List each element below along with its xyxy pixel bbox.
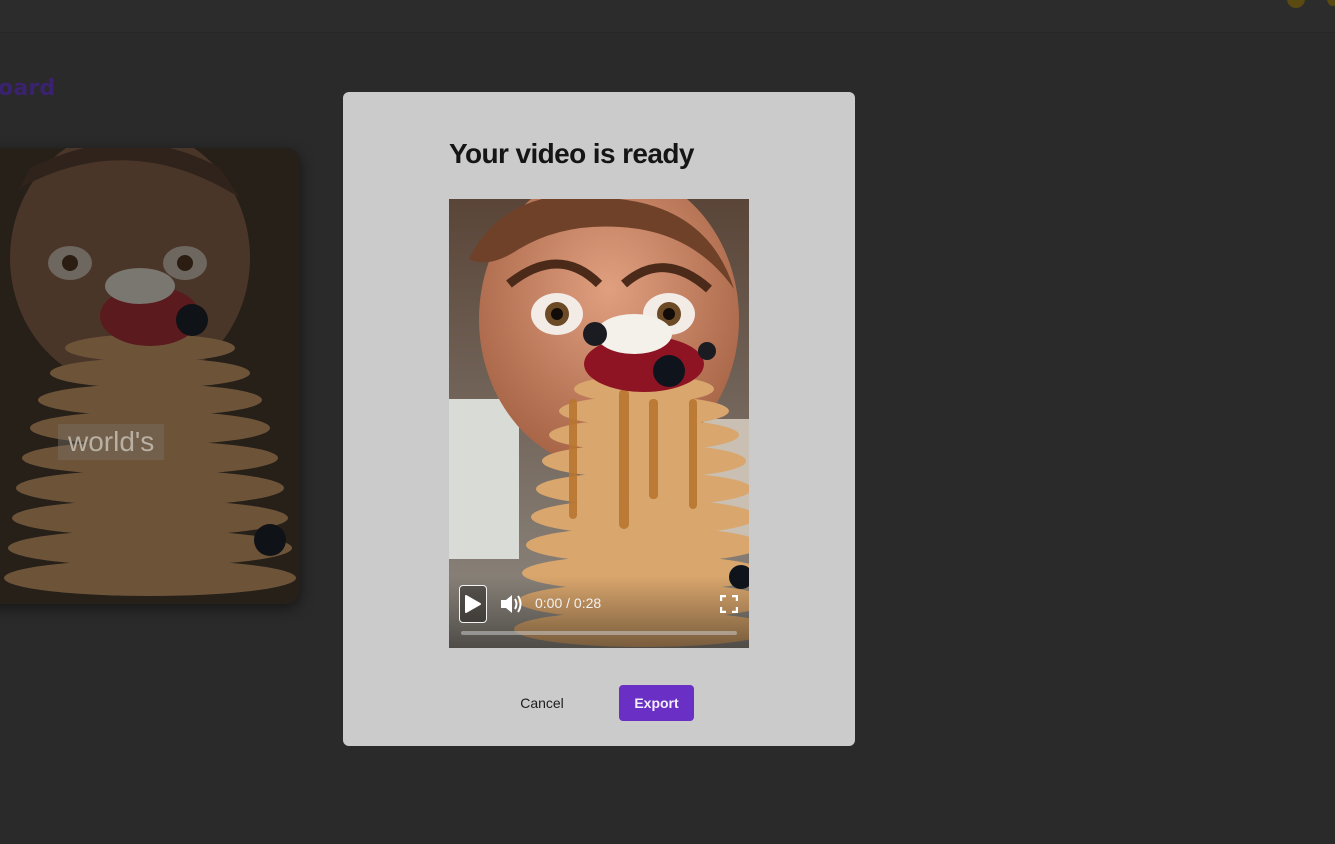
time-display: 0:00 / 0:28 (535, 595, 602, 611)
user-avatar[interactable] (1287, 0, 1305, 8)
video-player[interactable]: 0:00 / 0:28 (449, 199, 749, 648)
video-ready-dialog: Your video is ready 0:00 / 0:28 Cancel E… (343, 92, 855, 746)
dialog-title: Your video is ready (449, 138, 694, 169)
play-button[interactable] (459, 585, 487, 623)
fullscreen-icon[interactable] (720, 595, 738, 613)
coin-icon (1327, 0, 1335, 6)
video-controls: 0:00 / 0:28 (449, 576, 749, 648)
progress-track[interactable] (461, 631, 737, 635)
dashboard-title: oard (0, 76, 56, 101)
thumbnail-image (0, 148, 300, 604)
video-thumbnail-card[interactable]: world's (0, 148, 300, 604)
top-bar (0, 0, 1335, 33)
volume-icon[interactable] (499, 593, 523, 615)
play-icon (465, 595, 481, 613)
cancel-button[interactable]: Cancel (503, 685, 581, 721)
caption-overlay: world's (58, 424, 165, 460)
export-button[interactable]: Export (619, 685, 694, 721)
